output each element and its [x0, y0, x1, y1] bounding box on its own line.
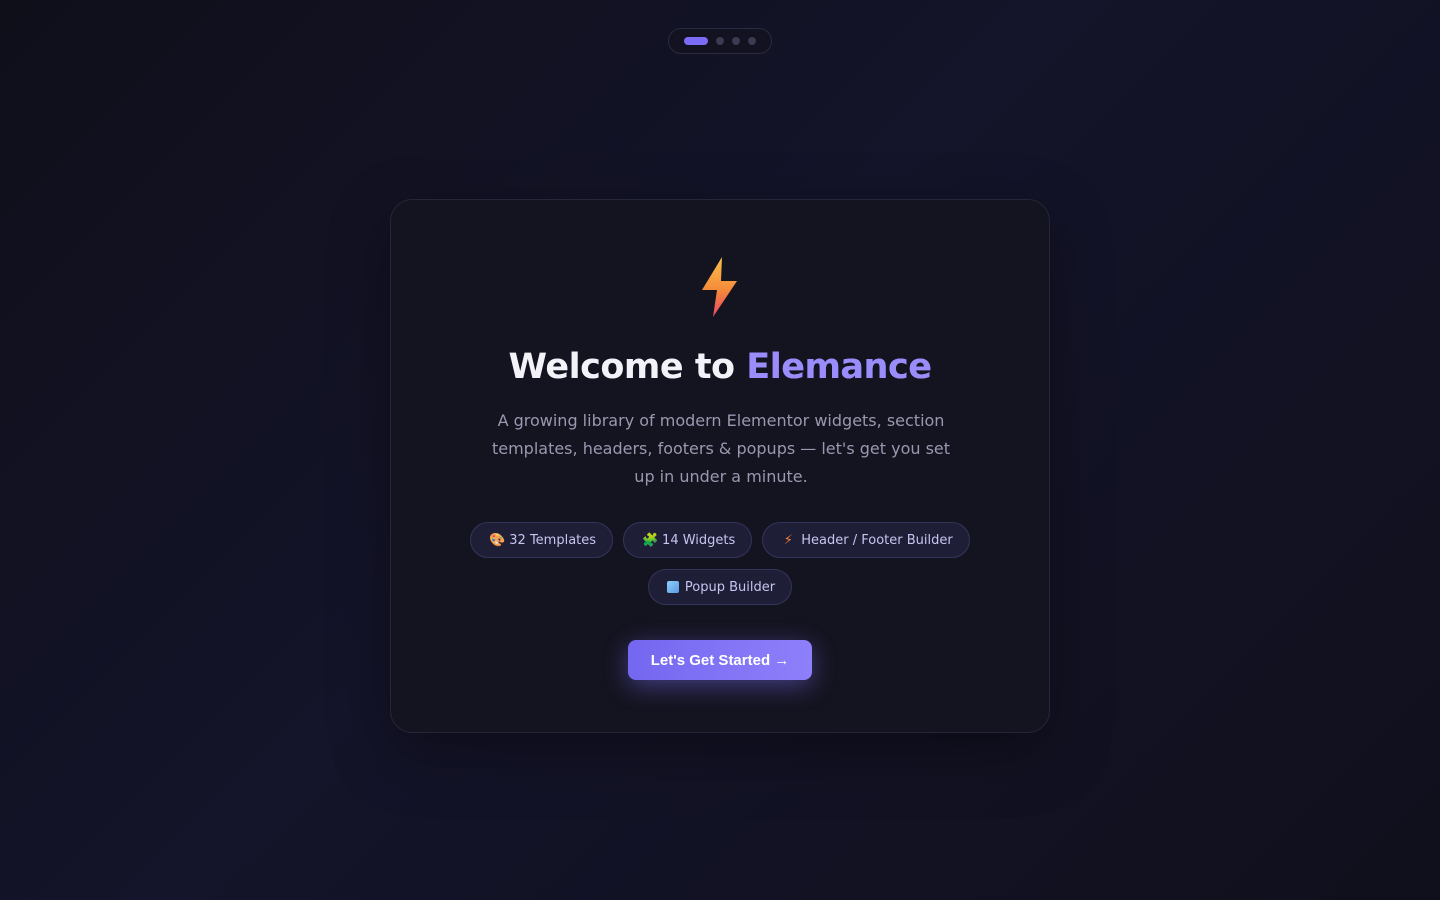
step-indicator-4 — [748, 37, 756, 45]
feature-chip-header-footer-builder: ⚡ Header / Footer Builder — [762, 522, 970, 558]
feature-chip-popup-builder: Popup Builder — [647, 569, 793, 605]
feature-chips-row-2: Popup Builder — [391, 569, 1049, 605]
lightning-bolt-icon: ⚡ — [783, 532, 793, 548]
step-indicator-1-active — [684, 37, 708, 45]
brand-name: Elemance — [746, 347, 932, 387]
welcome-card: Welcome to Elemance A growing library of… — [390, 199, 1050, 733]
welcome-description: A growing library of modern Elementor wi… — [491, 411, 951, 486]
title-prefix: Welcome to — [508, 347, 736, 387]
feature-chip-label: 14 Widgets — [662, 532, 736, 548]
puzzle-icon: 🧩 — [642, 532, 659, 548]
page-title: Welcome to Elemance — [391, 346, 1049, 388]
feature-chip-widgets: 🧩 14 Widgets — [623, 522, 753, 558]
palette-icon: 🎨 — [489, 532, 506, 548]
get-started-button[interactable]: Let's Get Started → — [628, 640, 812, 680]
feature-chip-templates: 🎨 32 Templates — [470, 522, 614, 558]
popup-window-icon — [666, 581, 679, 593]
lightning-bolt-icon — [702, 257, 737, 317]
onboarding-stepper — [668, 28, 772, 54]
step-indicator-3 — [732, 37, 740, 45]
feature-chips-row-1: 🎨 32 Templates 🧩 14 Widgets ⚡ Header / F… — [391, 522, 1049, 558]
step-indicator-2 — [716, 37, 724, 45]
feature-chip-label: Popup Builder — [684, 579, 776, 595]
feature-chip-label: 32 Templates — [509, 532, 597, 548]
feature-chip-label: Header / Footer Builder — [801, 532, 953, 548]
